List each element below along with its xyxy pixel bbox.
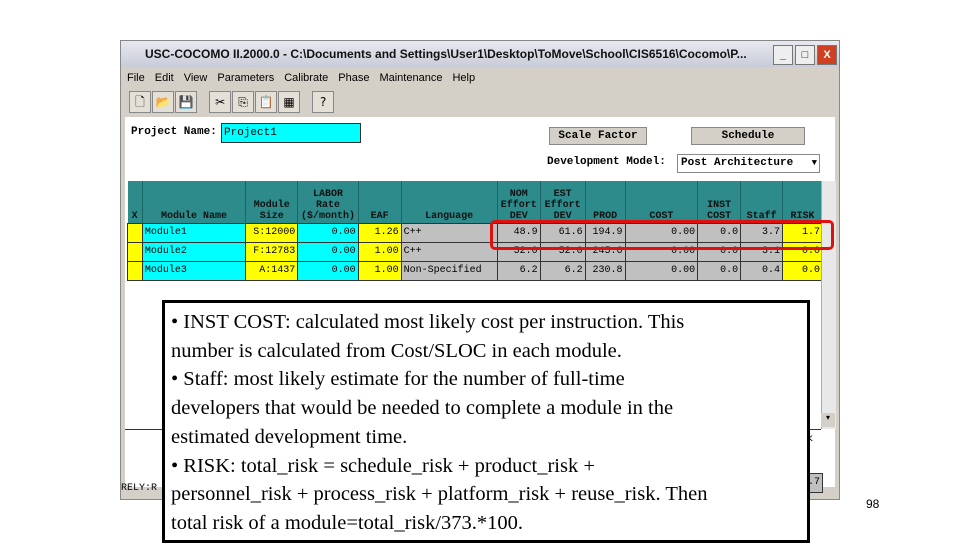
cell-language[interactable]: Non-Specified: [400, 260, 498, 281]
table-row[interactable]: Module3 A:1437 0.00 1.00 Non-Specified 6.2 6.2…: [127, 260, 823, 281]
menu-view[interactable]: View: [184, 72, 208, 84]
cell-prod: 230.8: [584, 260, 626, 281]
menu-help[interactable]: Help: [452, 72, 475, 84]
col-labor-rate: LABOR Rate ($/month): [297, 181, 359, 223]
cell-eaf[interactable]: 1.26: [357, 222, 402, 243]
cell-inst-cost: 0.0: [697, 260, 742, 281]
menu-phase[interactable]: Phase: [338, 72, 369, 84]
cell-language[interactable]: C++: [400, 222, 498, 243]
annotation-line: • INST COST: calculated most likely cost…: [171, 311, 685, 333]
col-est-effort: EST Effort DEV: [540, 181, 586, 223]
development-model-label: Development Model:: [547, 156, 666, 168]
col-prod: PROD: [585, 181, 626, 223]
cell-risk: 0.0: [782, 260, 823, 281]
cell-eaf[interactable]: 1.00: [357, 241, 402, 262]
col-module-name: Module Name: [142, 181, 247, 223]
annotation-line: personnel_risk + process_risk + platform…: [171, 483, 708, 506]
table-icon[interactable]: ▦: [278, 91, 301, 113]
toolbar: 🗋 📂 💾 ✂ ⎘ 📋 ▦ ?: [129, 91, 335, 115]
highlight-box: [490, 220, 834, 250]
col-eaf: EAF: [358, 181, 402, 223]
open-icon[interactable]: 📂: [152, 91, 174, 113]
menu-edit[interactable]: Edit: [155, 72, 174, 84]
col-x: X: [127, 181, 143, 223]
cell-size[interactable]: S:12000: [245, 222, 299, 243]
development-model-select[interactable]: Post Architecture ▼: [677, 154, 820, 173]
cell-cost: 0.00: [624, 260, 699, 281]
menu-parameters[interactable]: Parameters: [217, 72, 274, 84]
col-inst-cost: INST COST: [697, 181, 742, 223]
scale-factor-button[interactable]: Scale Factor: [549, 127, 647, 145]
cut-icon[interactable]: ✂: [209, 91, 232, 113]
cell-size[interactable]: A:1437: [245, 260, 299, 281]
vertical-scrollbar[interactable]: [821, 181, 836, 429]
new-icon[interactable]: 🗋: [129, 91, 151, 113]
cell-labor[interactable]: 0.00: [297, 222, 359, 243]
cell-x[interactable]: [127, 241, 143, 262]
menu-maintenance[interactable]: Maintenance: [379, 72, 442, 84]
annotation-line: developers that would be needed to compl…: [171, 397, 674, 420]
cell-size[interactable]: F:12783: [245, 241, 299, 262]
close-button[interactable]: X: [817, 45, 837, 65]
development-model-value: Post Architecture: [681, 157, 794, 169]
schedule-button[interactable]: Schedule: [691, 127, 805, 145]
project-name-input[interactable]: Project1: [221, 123, 361, 143]
col-staff: Staff: [740, 181, 784, 223]
menu-file[interactable]: File: [127, 72, 145, 84]
project-name-label: Project Name:: [131, 126, 217, 138]
scroll-down-icon[interactable]: ▾: [821, 413, 835, 427]
annotation-line: • RISK: total_risk = schedule_risk + pro…: [171, 454, 595, 477]
col-module-size: Module Size: [245, 181, 299, 223]
cell-module-name[interactable]: Module2: [141, 241, 247, 262]
cell-est: 6.2: [539, 260, 586, 281]
help-icon[interactable]: ?: [312, 91, 335, 113]
annotation-line: estimated development time.: [171, 425, 408, 448]
menu-bar: File Edit View Parameters Calibrate Phase Main…: [121, 69, 479, 87]
cell-eaf[interactable]: 1.00: [357, 260, 402, 281]
cell-module-name[interactable]: Module3: [141, 260, 247, 281]
save-icon[interactable]: 💾: [175, 91, 197, 113]
annotation-line: number is calculated from Cost/SLOC in e…: [171, 339, 622, 362]
maximize-button[interactable]: □: [795, 45, 815, 65]
cell-nom: 6.2: [496, 260, 541, 281]
page-number: 98: [866, 497, 880, 511]
annotation-line: total risk of a module=total_risk/373.*1…: [171, 511, 524, 534]
cell-language[interactable]: C++: [400, 241, 498, 262]
annotation-box: • INST COST: calculated most likely cost…: [162, 300, 810, 543]
paste-icon[interactable]: 📋: [255, 91, 278, 113]
copy-icon[interactable]: ⎘: [232, 91, 255, 113]
col-nom-effort: NOM Effort DEV: [497, 181, 541, 223]
col-language: Language: [401, 181, 498, 223]
cell-module-name[interactable]: Module1: [141, 222, 247, 243]
cell-labor[interactable]: 0.00: [297, 241, 359, 262]
cell-labor[interactable]: 0.00: [297, 260, 359, 281]
title-bar: USC-COCOMO II.2000.0 - C:\Documents and …: [121, 41, 839, 67]
window-title: USC-COCOMO II.2000.0 - C:\Documents and …: [145, 47, 747, 61]
minimize-button[interactable]: _: [773, 45, 793, 65]
status-bar: RELY:R: [121, 483, 158, 494]
cell-x[interactable]: [127, 260, 143, 281]
annotation-line: • Staff: most likely estimate for the nu…: [171, 368, 625, 391]
chevron-down-icon[interactable]: ▼: [812, 155, 817, 172]
cell-staff: 0.4: [740, 260, 784, 281]
menu-calibrate[interactable]: Calibrate: [284, 72, 328, 84]
table-header: X Module Name Module Size LABOR Rate ($/…: [127, 181, 823, 223]
col-risk: RISK: [782, 181, 823, 223]
col-cost: COST: [625, 181, 699, 223]
cell-x[interactable]: [127, 222, 143, 243]
